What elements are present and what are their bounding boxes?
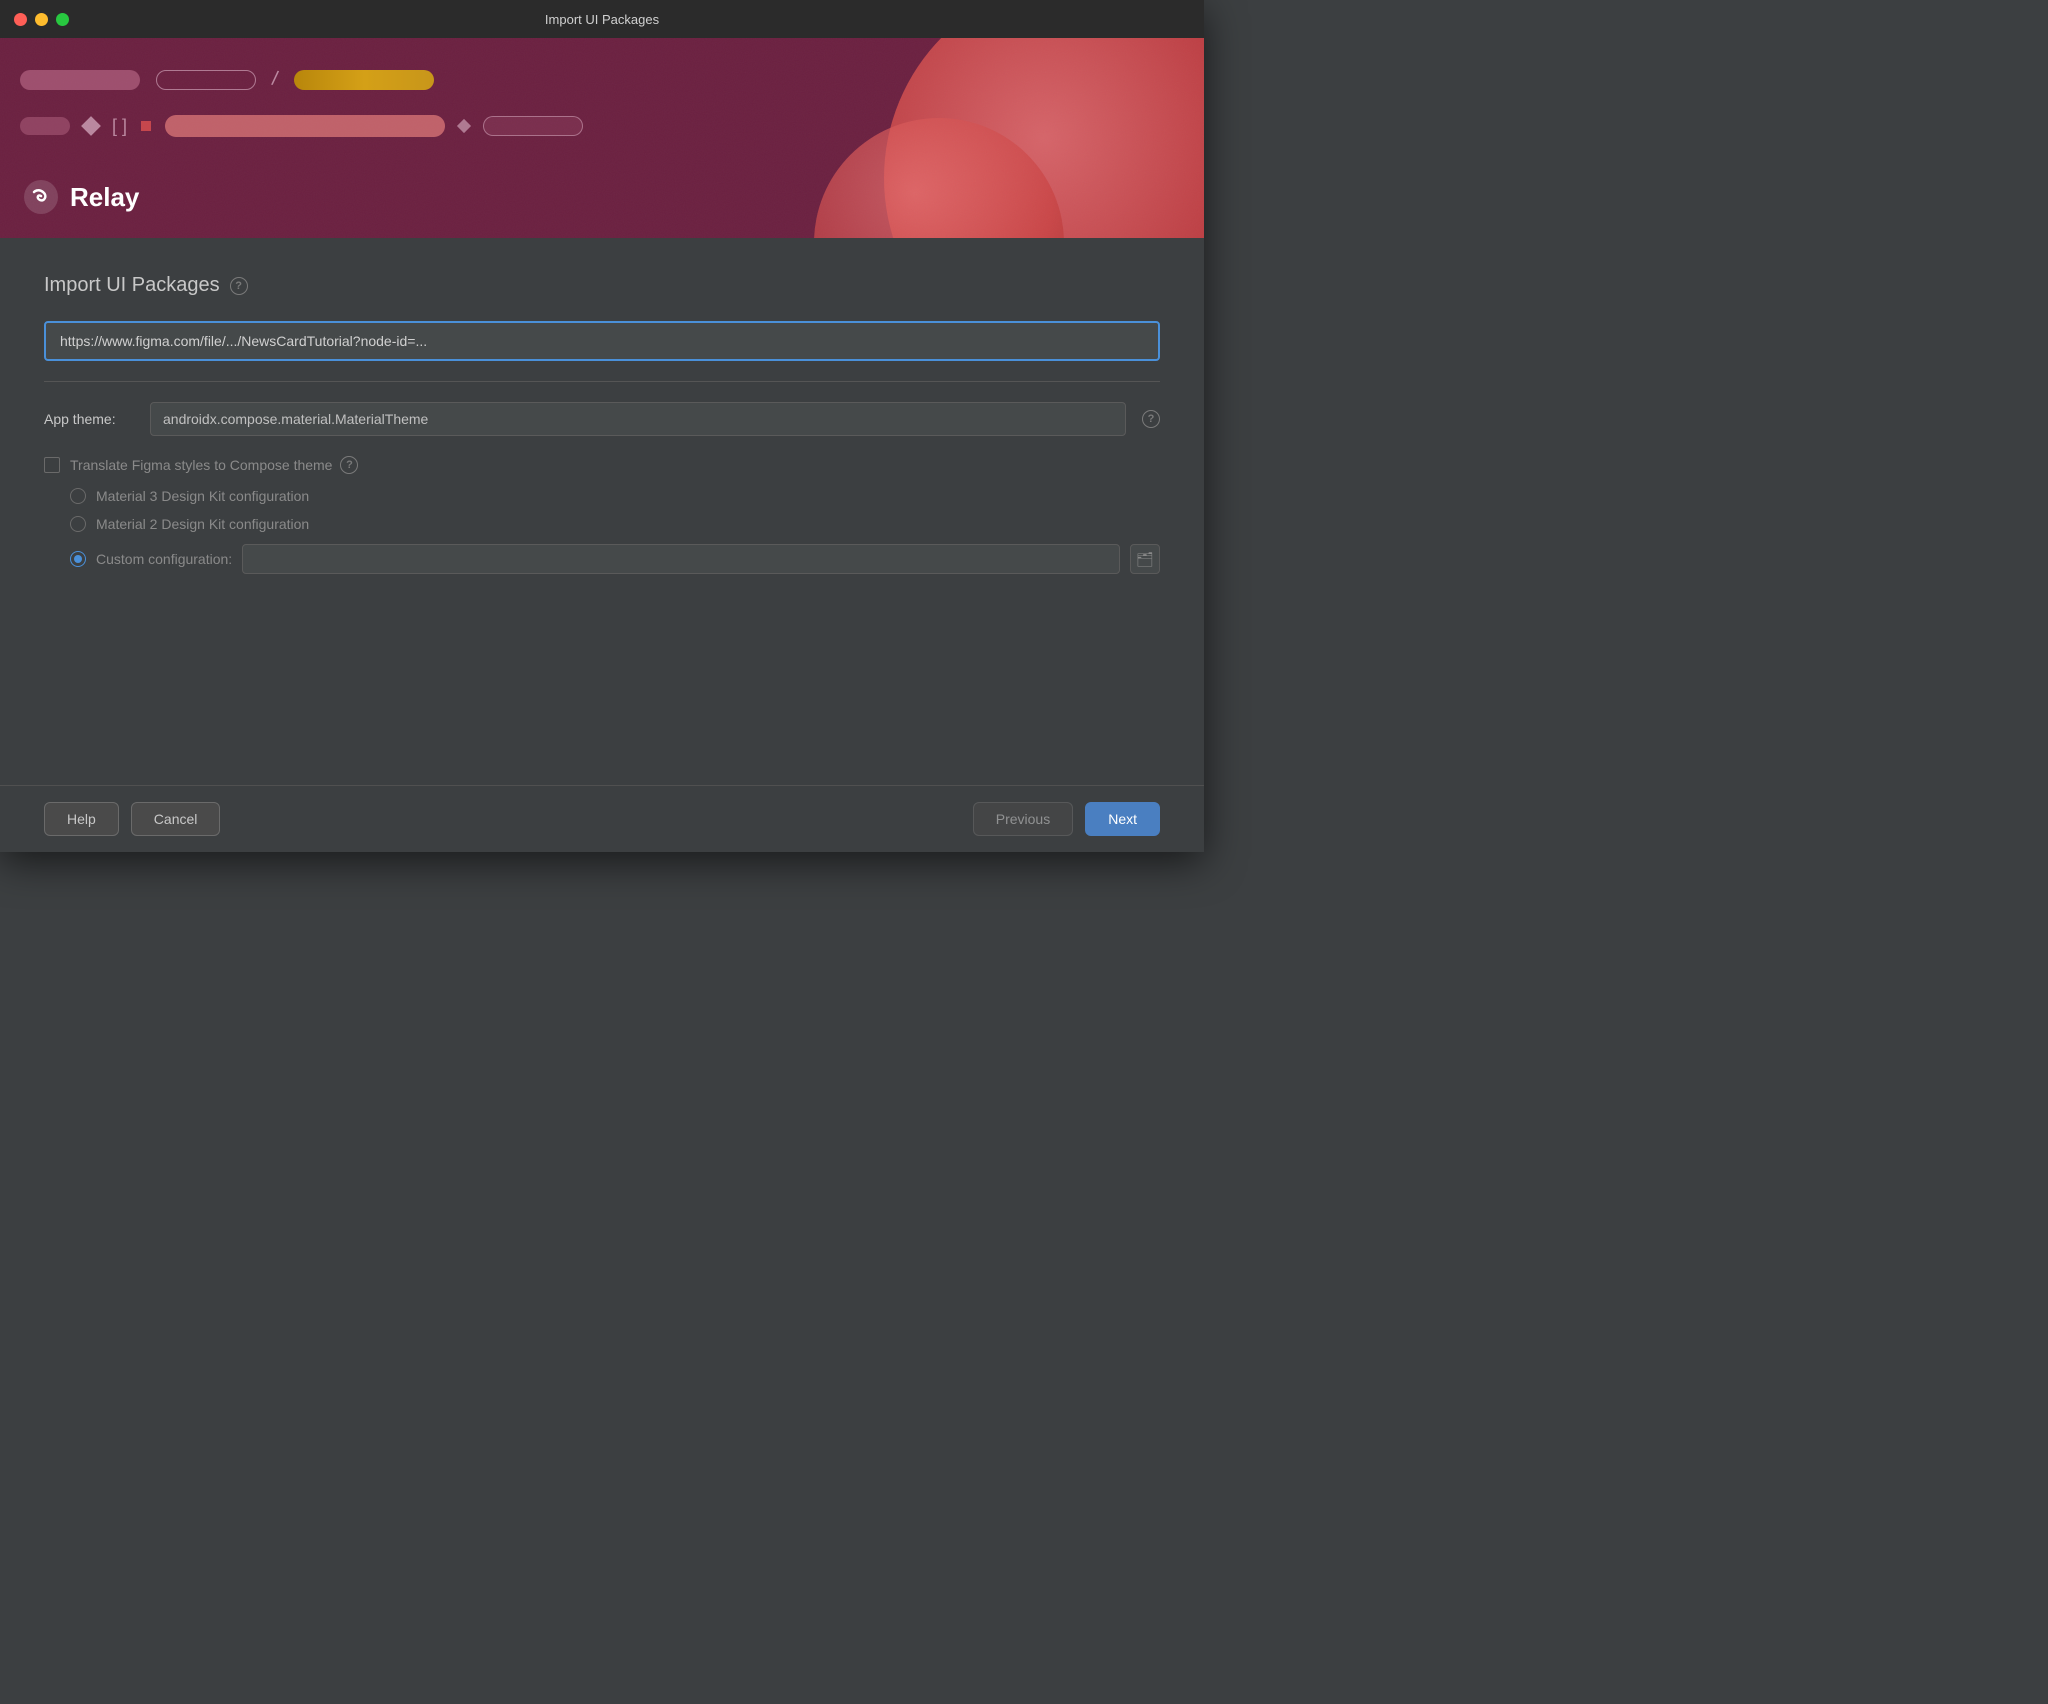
app-theme-label: App theme:: [44, 411, 134, 427]
relay-logo-text: Relay: [70, 182, 139, 213]
hero-pill-1: [20, 70, 140, 90]
window-controls[interactable]: [14, 13, 69, 26]
hero-decorative-elements: / [ ]: [20, 68, 1184, 137]
app-theme-row: App theme: ?: [44, 402, 1160, 436]
radio-material2[interactable]: [70, 516, 86, 532]
hero-diamond-2: [457, 119, 471, 133]
options-section: Translate Figma styles to Compose theme …: [44, 456, 1160, 574]
hero-diamond-1: [81, 116, 101, 136]
title-help-icon[interactable]: ?: [230, 277, 248, 295]
bottom-bar: Help Cancel Previous Next: [0, 785, 1204, 852]
radio-material3-label: Material 3 Design Kit configuration: [96, 488, 309, 504]
radio-options-group: Material 3 Design Kit configuration Mate…: [70, 488, 1160, 574]
translate-checkbox[interactable]: [44, 457, 60, 473]
radio-material2-label: Material 2 Design Kit configuration: [96, 516, 309, 532]
translate-help-icon[interactable]: ?: [340, 456, 358, 474]
previous-button[interactable]: Previous: [973, 802, 1073, 836]
custom-config-input[interactable]: [242, 544, 1120, 574]
main-content: Import UI Packages ? App theme: ? Transl…: [0, 238, 1204, 785]
relay-logo: Relay: [24, 180, 139, 214]
section-title: Import UI Packages ?: [44, 274, 1160, 297]
theme-help-icon[interactable]: ?: [1142, 410, 1160, 428]
maximize-button[interactable]: [56, 13, 69, 26]
hero-row-1: /: [20, 68, 1184, 91]
title-bar: Import UI Packages: [0, 0, 1204, 38]
hero-square: [141, 121, 151, 131]
hero-pill-3: [294, 70, 434, 90]
help-button[interactable]: Help: [44, 802, 119, 836]
translate-checkbox-label: Translate Figma styles to Compose theme …: [70, 456, 358, 474]
close-button[interactable]: [14, 13, 27, 26]
hero-slash-icon: /: [270, 68, 279, 92]
radio-custom[interactable]: [70, 551, 86, 567]
cancel-button[interactable]: Cancel: [131, 802, 221, 836]
section-title-text: Import UI Packages: [44, 274, 220, 297]
translate-checkbox-row: Translate Figma styles to Compose theme …: [44, 456, 1160, 474]
hero-pill-outline-sm: [483, 116, 583, 136]
hero-bracket: [ ]: [112, 116, 127, 137]
minimize-button[interactable]: [35, 13, 48, 26]
hero-pill-2: [156, 70, 256, 90]
bottom-right-actions: Previous Next: [973, 802, 1160, 836]
hero-pill-long: [165, 115, 445, 137]
window-title: Import UI Packages: [545, 12, 659, 27]
folder-icon: 🗂: [1136, 551, 1154, 568]
bottom-left-actions: Help Cancel: [44, 802, 220, 836]
divider: [44, 381, 1160, 382]
radio-row-material2: Material 2 Design Kit configuration: [70, 516, 1160, 532]
radio-row-custom: Custom configuration: 🗂: [70, 544, 1160, 574]
radio-custom-label: Custom configuration:: [96, 551, 232, 567]
relay-logo-icon: [24, 180, 58, 214]
folder-browse-button[interactable]: 🗂: [1130, 544, 1160, 574]
hero-row-2: [ ]: [20, 115, 1184, 137]
next-button[interactable]: Next: [1085, 802, 1160, 836]
radio-material3[interactable]: [70, 488, 86, 504]
radio-row-material3: Material 3 Design Kit configuration: [70, 488, 1160, 504]
hero-pill-sm-1: [20, 117, 70, 135]
app-theme-input[interactable]: [150, 402, 1126, 436]
url-input[interactable]: [44, 321, 1160, 361]
hero-banner: / [ ] Relay: [0, 38, 1204, 238]
